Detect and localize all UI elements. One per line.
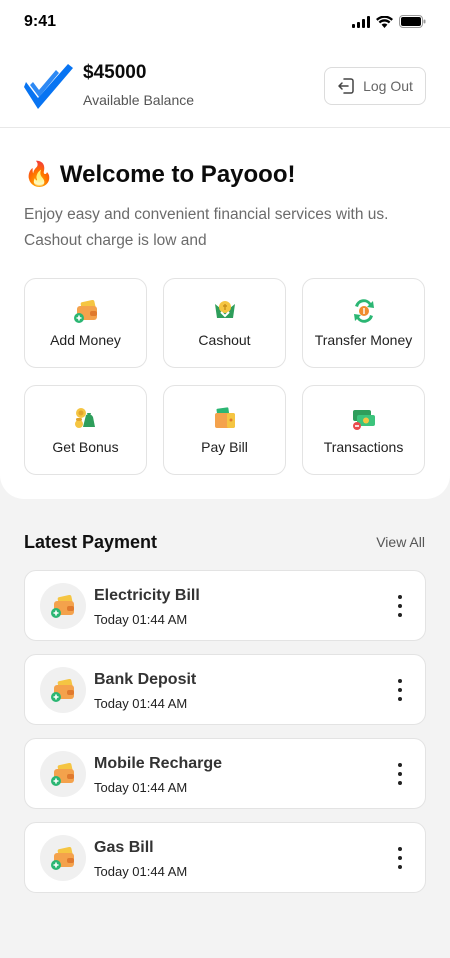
avatar — [40, 751, 86, 797]
avatar — [40, 667, 86, 713]
payment-time: Today 01:44 AM — [94, 612, 188, 627]
logout-icon — [338, 78, 354, 94]
status-icons — [352, 15, 426, 28]
welcome-title-text: Welcome to Payooo! — [59, 160, 296, 188]
transfer-money-label: Transfer Money — [314, 332, 413, 348]
status-time: 9:41 — [24, 13, 57, 30]
cashout-label: Cashout — [198, 332, 251, 348]
cashout-button[interactable]: Cashout — [163, 278, 286, 368]
page-title: 🔥 Welcome to Payooo! — [24, 160, 295, 189]
payooo-logo — [24, 64, 73, 109]
list-item[interactable]: Mobile Recharge Today 01:44 AM — [24, 738, 426, 809]
view-all-link[interactable]: View All — [376, 534, 425, 550]
latest-payment-heading: Latest Payment — [24, 532, 158, 552]
wifi-icon — [376, 15, 393, 28]
bonus-icon — [74, 408, 95, 428]
wallet-add-icon — [51, 847, 74, 870]
bill-icon — [214, 407, 235, 428]
more-options-icon[interactable] — [397, 763, 403, 785]
avatar — [40, 835, 86, 881]
fire-icon: 🔥 — [24, 161, 54, 188]
payment-time: Today 01:44 AM — [94, 864, 188, 879]
list-item[interactable]: Electricity Bill Today 01:44 AM — [24, 570, 426, 641]
wallet-add-icon — [51, 679, 74, 702]
more-options-icon[interactable] — [397, 847, 403, 869]
payment-name: Gas Bill — [94, 839, 154, 856]
payment-time: Today 01:44 AM — [94, 780, 188, 795]
battery-icon — [399, 15, 426, 28]
get-bonus-label: Get Bonus — [52, 439, 119, 455]
payment-name: Bank Deposit — [94, 671, 197, 688]
pay-bill-button[interactable]: Pay Bill — [163, 385, 286, 475]
wallet-add-icon — [51, 595, 74, 618]
add-money-button[interactable]: Add Money — [24, 278, 147, 368]
list-item[interactable]: Gas Bill Today 01:44 AM — [24, 822, 426, 893]
more-options-icon[interactable] — [397, 595, 403, 617]
action-grid: Add Money Cashout Transfer Money Get Bon… — [24, 278, 426, 475]
header: $45000 Available Balance Log Out — [0, 46, 450, 128]
balance-label: Available Balance — [83, 92, 195, 108]
payment-list: Electricity Bill Today 01:44 AM Bank Dep… — [24, 570, 426, 893]
logout-label: Log Out — [363, 78, 413, 94]
welcome-subtitle: Enjoy easy and convenient financial serv… — [24, 206, 389, 249]
cashout-icon — [214, 301, 235, 318]
top-panel: 9:41 $45000 Available Balance Log Out 🔥 … — [0, 0, 450, 499]
status-bar: 9:41 — [0, 0, 450, 46]
balance-amount: $45000 — [83, 62, 147, 83]
transactions-button[interactable]: Transactions — [302, 385, 425, 475]
transfer-money-button[interactable]: Transfer Money — [302, 278, 425, 368]
avatar — [40, 583, 86, 629]
pay-bill-label: Pay Bill — [201, 439, 248, 455]
payment-name: Electricity Bill — [94, 587, 200, 604]
list-item[interactable]: Bank Deposit Today 01:44 AM — [24, 654, 426, 725]
payment-name: Mobile Recharge — [94, 755, 223, 772]
transactions-label: Transactions — [323, 439, 404, 455]
payment-time: Today 01:44 AM — [94, 696, 188, 711]
logout-button[interactable]: Log Out — [324, 67, 426, 105]
more-options-icon[interactable] — [397, 679, 403, 701]
wallet-add-icon — [51, 763, 74, 786]
transfer-icon — [353, 299, 374, 323]
transactions-icon — [352, 410, 375, 430]
signal-icon — [352, 15, 370, 28]
get-bonus-button[interactable]: Get Bonus — [24, 385, 147, 475]
add-money-label: Add Money — [50, 332, 121, 348]
wallet-add-icon — [73, 300, 97, 323]
